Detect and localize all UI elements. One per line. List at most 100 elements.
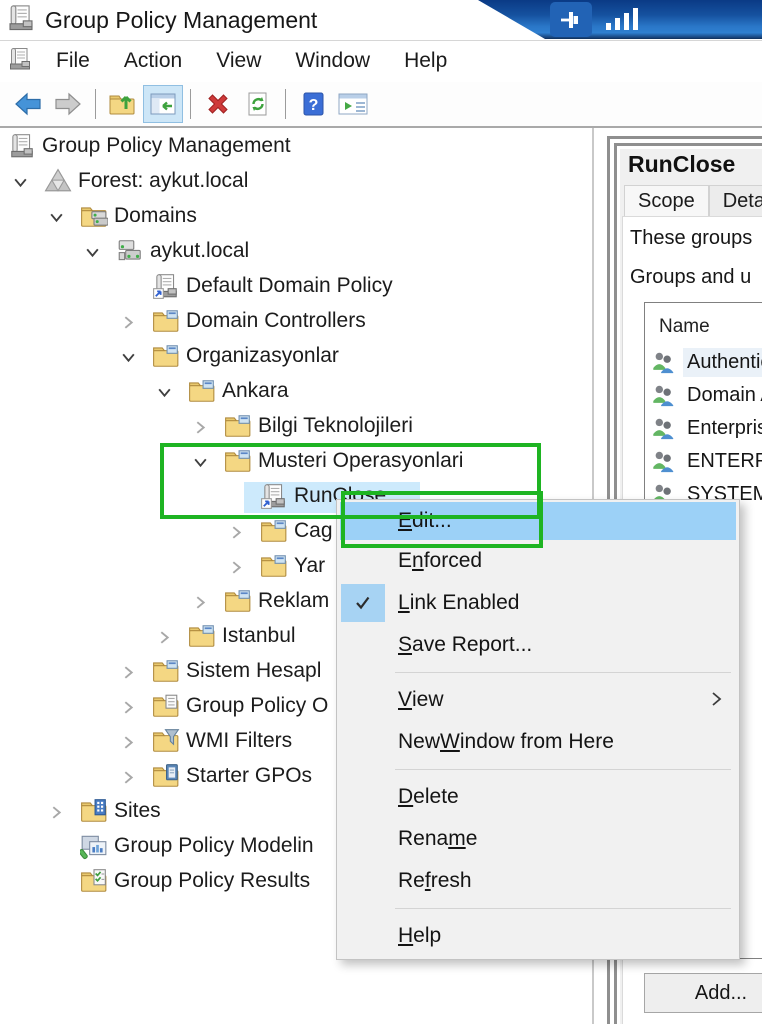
chevron-right-icon[interactable] — [192, 419, 209, 441]
chevron-right-icon[interactable] — [228, 524, 245, 546]
tree-item-bilgi-teknolojileri[interactable]: Bilgi Teknolojileri — [0, 410, 592, 445]
gpo-icon — [152, 272, 180, 305]
modeling-icon — [80, 832, 108, 865]
help-icon[interactable]: ? — [293, 85, 333, 123]
tree-item-label: Yar — [294, 554, 325, 578]
name-column-header[interactable]: Name — [659, 316, 710, 338]
checkmark-icon — [341, 584, 385, 622]
tree-item-label: Group Policy Results — [114, 869, 310, 893]
member-name: Enterpris — [687, 417, 762, 440]
domain-icon — [116, 237, 144, 270]
toolbar-separator — [95, 89, 96, 119]
member-row-enterpris[interactable]: Enterpris — [645, 413, 762, 446]
scope-description-text: These groups — [630, 227, 752, 250]
menu-item-delete[interactable]: Delete — [337, 776, 739, 818]
sites-icon — [80, 797, 108, 830]
toolbar: ? — [0, 82, 762, 128]
chevron-down-icon[interactable] — [84, 244, 101, 266]
chevron-right-icon[interactable] — [120, 734, 137, 756]
chevron-down-icon[interactable] — [192, 454, 209, 476]
menu-item-save-report[interactable]: Save Report... — [337, 624, 739, 666]
group-icon — [651, 416, 675, 445]
wmi-icon — [152, 727, 180, 760]
menu-help[interactable]: Help — [387, 45, 464, 77]
menu-window[interactable]: Window — [278, 45, 387, 77]
chevron-right-icon[interactable] — [48, 804, 65, 826]
console-tree-toggle-icon[interactable] — [143, 85, 183, 123]
menu-item-refresh[interactable]: Refresh — [337, 860, 739, 902]
group-icon — [651, 449, 675, 478]
gpm-app-icon — [6, 3, 36, 38]
member-row-domain-a[interactable]: Domain A — [645, 380, 762, 413]
up-one-level-icon[interactable] — [103, 85, 143, 123]
member-row-authentic[interactable]: Authentic — [645, 347, 762, 380]
chevron-right-icon[interactable] — [120, 314, 137, 336]
tree-item-musteri-operasyonlari[interactable]: Musteri Operasyonlari — [0, 445, 592, 480]
forward-icon[interactable] — [48, 85, 88, 123]
menu-item-edit[interactable]: Edit... — [340, 502, 736, 540]
tree-item-group-policy-management[interactable]: Group Policy Management — [0, 130, 592, 165]
menu-separator — [395, 908, 731, 909]
member-name: Authentic — [687, 351, 762, 374]
delete-icon[interactable] — [198, 85, 238, 123]
add-button[interactable]: Add... — [644, 973, 762, 1013]
chevron-right-icon[interactable] — [228, 559, 245, 581]
chevron-right-icon[interactable] — [120, 699, 137, 721]
chevron-right-icon[interactable] — [156, 629, 173, 651]
tree-item-label: Group Policy Modelin — [114, 834, 314, 858]
tab-details[interactable]: Deta — [709, 185, 762, 218]
refresh-icon[interactable] — [238, 85, 278, 123]
tree-item-organizasyonlar[interactable]: Organizasyonlar — [0, 340, 592, 375]
tab-scope[interactable]: Scope — [624, 185, 709, 218]
menu-item-enforced[interactable]: Enforced — [337, 540, 739, 582]
tree-item-aykut-local[interactable]: aykut.local — [0, 235, 592, 270]
back-icon[interactable] — [8, 85, 48, 123]
chevron-right-icon[interactable] — [120, 664, 137, 686]
tree-item-domains[interactable]: Domains — [0, 200, 592, 235]
ou-icon — [224, 412, 252, 445]
chevron-down-icon[interactable] — [156, 384, 173, 406]
tree-item-label: Musteri Operasyonlari — [258, 449, 463, 473]
action-pane-icon[interactable] — [333, 85, 373, 123]
tree-item-label: Cag — [294, 519, 333, 543]
menu-item-view[interactable]: View — [337, 679, 739, 721]
tree-item-default-domain-policy[interactable]: Default Domain Policy — [0, 270, 592, 305]
ou-icon — [188, 622, 216, 655]
pin-icon[interactable] — [550, 2, 592, 37]
ou-icon — [152, 657, 180, 690]
gpo-title: RunClose — [628, 151, 735, 178]
tree-item-label: Ankara — [222, 379, 289, 403]
tree-item-label: WMI Filters — [186, 729, 292, 753]
menu-file[interactable]: File — [39, 45, 107, 77]
tree-item-label: Forest: aykut.local — [78, 169, 248, 193]
tree-item-forest-aykut-local[interactable]: Forest: aykut.local — [0, 165, 592, 200]
ou-icon — [224, 587, 252, 620]
menu-action[interactable]: Action — [107, 45, 199, 77]
tree-item-ankara[interactable]: Ankara — [0, 375, 592, 410]
toolbar-separator — [285, 89, 286, 119]
tree-item-label: Domain Controllers — [186, 309, 366, 333]
tree-item-label: Sites — [114, 799, 161, 823]
group-policy-management-window: Group Policy Management File Action View… — [0, 0, 762, 1024]
chevron-right-icon[interactable] — [192, 594, 209, 616]
chevron-right-icon[interactable] — [120, 769, 137, 791]
menu-item-link-enabled[interactable]: Link Enabled — [337, 582, 739, 624]
menu-item-rename[interactable]: Rename — [337, 818, 739, 860]
group-icon — [651, 383, 675, 412]
tab-bar: Scope Deta — [624, 185, 762, 218]
ou-icon — [224, 447, 252, 480]
gpo-icon — [260, 482, 288, 515]
tree-item-label: Default Domain Policy — [186, 274, 393, 298]
menu-item-help[interactable]: Help — [337, 915, 739, 957]
submenu-arrow-icon — [709, 689, 723, 715]
groups-and-users-label: Groups and u — [630, 266, 751, 289]
tree-item-label: Reklam — [258, 589, 329, 613]
chevron-down-icon[interactable] — [12, 174, 29, 196]
member-row-enterp[interactable]: ENTERP — [645, 446, 762, 479]
chevron-down-icon[interactable] — [120, 349, 137, 371]
member-name: Domain A — [687, 384, 762, 407]
menu-item-new-window-from-here[interactable]: New Window from Here — [337, 721, 739, 763]
chevron-down-icon[interactable] — [48, 209, 65, 231]
menu-view[interactable]: View — [199, 45, 278, 77]
tree-item-domain-controllers[interactable]: Domain Controllers — [0, 305, 592, 340]
